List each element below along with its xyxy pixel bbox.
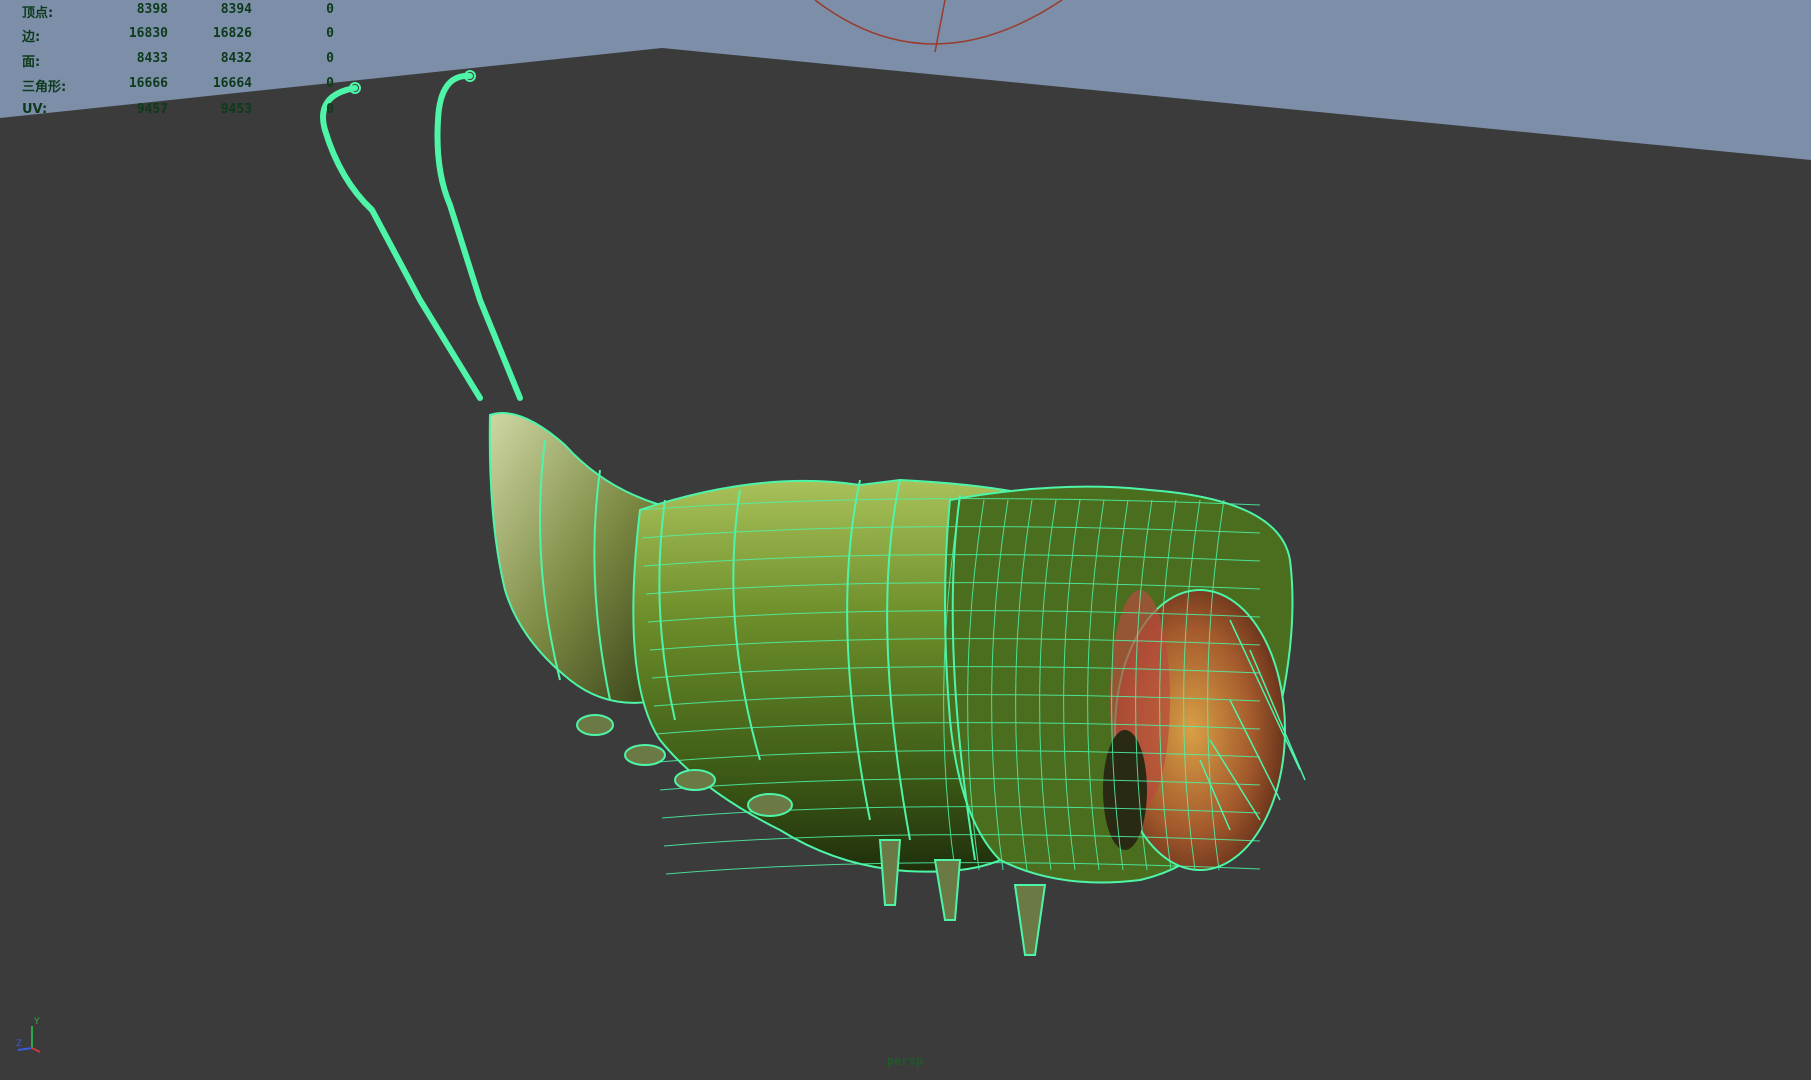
hud-value: 8432 <box>220 51 252 66</box>
hud-row-edges: 边: 16830 16826 0 <box>0 26 360 48</box>
hud-value: 8394 <box>220 2 252 17</box>
hud-row-triangles: 三角形: 16666 16664 0 <box>0 76 360 98</box>
axis-gizmo-icon: Y Z <box>16 1017 41 1053</box>
axis-z-label: Z <box>16 1039 22 1049</box>
hud-value: 0 <box>326 2 334 17</box>
hud-value: 0 <box>326 102 334 117</box>
hud-value: 16664 <box>212 76 252 91</box>
persp-viewport[interactable]: 顶点: 8398 8394 0 边: 16830 16826 0 面: 8433… <box>0 0 1811 1080</box>
hud-value: 16830 <box>128 26 168 41</box>
camera-name-label: persp <box>886 1054 924 1068</box>
hud-value: 8398 <box>136 2 168 17</box>
hud-label: 顶点: <box>22 6 54 21</box>
hud-value: 8433 <box>136 51 168 66</box>
hud-value: 0 <box>326 51 334 66</box>
hud-value: 9453 <box>220 102 252 117</box>
hud-value: 0 <box>326 76 334 91</box>
hud-label: 面: <box>22 55 41 70</box>
hud-value: 9457 <box>136 102 168 117</box>
hud-row-faces: 面: 8433 8432 0 <box>0 51 360 73</box>
viewport-canvas[interactable] <box>0 0 1811 1080</box>
hud-label: UV: <box>22 102 48 117</box>
hud-value: 16666 <box>128 76 168 91</box>
hud-label: 边: <box>22 30 41 45</box>
hud-label: 三角形: <box>22 80 67 95</box>
poly-count-hud: 顶点: 8398 8394 0 边: 16830 16826 0 面: 8433… <box>0 0 360 125</box>
hud-value: 0 <box>326 26 334 41</box>
hud-row-vertices: 顶点: 8398 8394 0 <box>0 2 360 24</box>
hud-value: 16826 <box>212 26 252 41</box>
axis-y-label: Y <box>33 1017 40 1027</box>
hud-row-uvs: UV: 9457 9453 0 <box>0 102 360 124</box>
